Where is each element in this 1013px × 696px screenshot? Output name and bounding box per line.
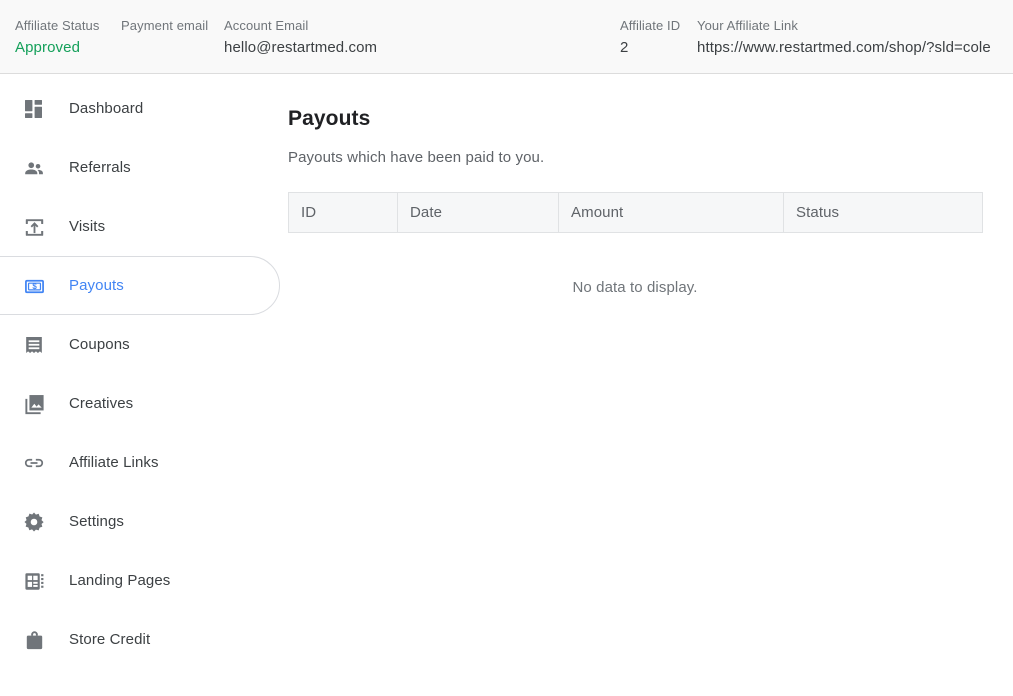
sidebar-item-label: Referrals bbox=[69, 159, 131, 176]
table-header-row: ID Date Amount Status bbox=[288, 192, 983, 233]
dashboard-icon bbox=[22, 97, 46, 121]
sidebar-item-settings[interactable]: Settings bbox=[0, 500, 281, 544]
sidebar-item-label: Creatives bbox=[69, 395, 134, 412]
affiliate-link-value[interactable]: https://www.restartmed.com/shop/?sld=col… bbox=[697, 38, 991, 58]
affiliate-id-label: Affiliate ID bbox=[620, 18, 681, 33]
sidebar-item-label: Payouts bbox=[69, 277, 124, 294]
column-header-amount[interactable]: Amount bbox=[558, 192, 784, 233]
sidebar-item-payouts[interactable]: $ Payouts bbox=[0, 256, 281, 315]
payouts-table: ID Date Amount Status bbox=[288, 192, 983, 233]
sidebar-item-landing-pages[interactable]: Landing Pages bbox=[0, 559, 281, 603]
sidebar-item-label: Landing Pages bbox=[69, 572, 171, 589]
affiliate-status-label: Affiliate Status bbox=[15, 18, 100, 33]
column-header-status[interactable]: Status bbox=[783, 192, 983, 233]
sidebar-navigation: Dashboard Referrals Visits $ Payouts Cou… bbox=[0, 74, 281, 696]
account-email-label: Account Email bbox=[224, 18, 309, 33]
sidebar-item-label: Store Credit bbox=[69, 631, 151, 648]
sidebar-item-label: Affiliate Links bbox=[69, 454, 159, 471]
page-subtitle: Payouts which have been paid to you. bbox=[288, 149, 545, 166]
account-email-field: Account Email hello@restartmed.com bbox=[224, 17, 377, 58]
sidebar-item-label: Coupons bbox=[69, 336, 130, 353]
sidebar-item-label: Settings bbox=[69, 513, 124, 530]
account-email-value: hello@restartmed.com bbox=[224, 39, 378, 56]
money-icon: $ bbox=[22, 274, 46, 298]
payment-email-label: Payment email bbox=[121, 18, 209, 33]
sidebar-item-label: Visits bbox=[69, 218, 106, 235]
empty-state-message: No data to display. bbox=[572, 279, 698, 296]
sidebar-item-visits[interactable]: Visits bbox=[0, 205, 281, 249]
affiliate-id-value: 2 bbox=[620, 39, 629, 56]
affiliate-id-field: Affiliate ID 2 bbox=[620, 17, 680, 58]
affiliate-status-field: Affiliate Status Approved bbox=[15, 17, 99, 58]
affiliate-link-label: Your Affiliate Link bbox=[697, 18, 798, 33]
gear-icon bbox=[22, 510, 46, 534]
sidebar-item-dashboard[interactable]: Dashboard bbox=[0, 87, 281, 131]
people-icon bbox=[22, 156, 46, 180]
sidebar-item-coupons[interactable]: Coupons bbox=[0, 323, 281, 367]
status-badge: Approved bbox=[15, 39, 81, 56]
payment-email-field: Payment email bbox=[121, 17, 208, 38]
shopping-bag-icon bbox=[22, 628, 46, 652]
receipt-icon bbox=[22, 333, 46, 357]
sidebar-item-store-credit[interactable]: Store Credit bbox=[0, 618, 281, 662]
photo-library-icon bbox=[22, 392, 46, 416]
page-title: Payouts bbox=[288, 107, 371, 130]
sidebar-item-creatives[interactable]: Creatives bbox=[0, 382, 281, 426]
column-header-date[interactable]: Date bbox=[397, 192, 559, 233]
svg-text:$: $ bbox=[32, 282, 37, 291]
page-layout-icon bbox=[22, 569, 46, 593]
sidebar-item-referrals[interactable]: Referrals bbox=[0, 146, 281, 190]
main-content: Payouts Payouts which have been paid to … bbox=[281, 74, 1013, 696]
sidebar-item-affiliate-links[interactable]: Affiliate Links bbox=[0, 441, 281, 485]
link-icon bbox=[22, 451, 46, 475]
column-header-id[interactable]: ID bbox=[288, 192, 398, 233]
exit-to-app-icon bbox=[22, 215, 46, 239]
affiliate-link-field: Your Affiliate Link https://www.restartm… bbox=[697, 17, 991, 58]
account-header-bar: Affiliate Status Approved Payment email … bbox=[0, 0, 1013, 74]
sidebar-item-label: Dashboard bbox=[69, 100, 144, 117]
